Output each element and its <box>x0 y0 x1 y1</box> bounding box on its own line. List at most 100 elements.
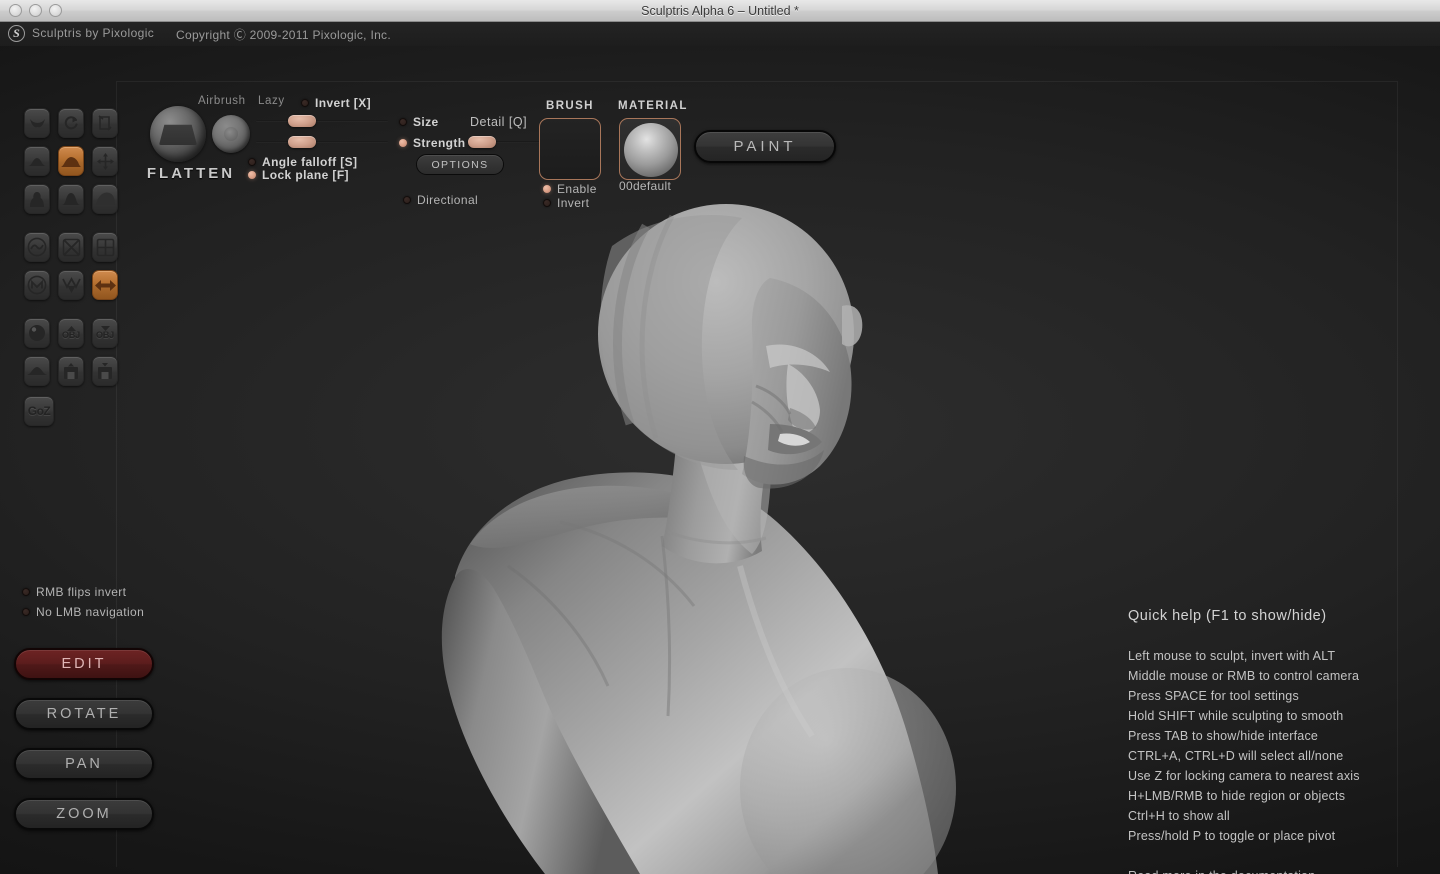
quick-help-line: Ctrl+H to show all <box>1128 809 1230 823</box>
pan-mode-button[interactable]: PAN <box>14 748 154 780</box>
no-lmb-navigation-toggle[interactable]: No LMB navigation <box>22 605 144 619</box>
quick-help-line: Left mouse to sculpt, invert with ALT <box>1128 649 1336 663</box>
goz-row: GoZ <box>24 396 118 426</box>
quick-help-line: Press/hold P to toggle or place pivot <box>1128 829 1336 843</box>
tool-mask[interactable] <box>58 232 84 262</box>
tool-row: OBJ OBJ <box>24 318 118 348</box>
tool-rotate[interactable] <box>58 108 84 138</box>
tool-draw[interactable] <box>24 146 50 176</box>
tool-crease[interactable] <box>24 108 50 138</box>
quick-help-line: Use Z for locking camera to nearest axis <box>1128 769 1360 783</box>
lazy-label[interactable]: Lazy <box>258 95 285 107</box>
enable-radio-icon <box>543 185 551 193</box>
tool-row <box>24 356 118 386</box>
strength-label: Strength <box>413 136 466 150</box>
material-name-label: 00default <box>619 179 672 193</box>
rmb-flips-invert-label: RMB flips invert <box>36 585 127 599</box>
tool-row <box>24 270 118 300</box>
rmb-flips-invert-radio-icon <box>22 588 30 596</box>
detail-label[interactable]: Detail [Q] <box>470 115 527 129</box>
size-label: Size <box>413 115 439 129</box>
quick-help-line: CTRL+A, CTRL+D will select all/none <box>1128 749 1344 763</box>
tool-plane[interactable] <box>24 356 50 386</box>
tool-pinch[interactable] <box>24 184 50 214</box>
tool-save-file[interactable] <box>92 356 118 386</box>
tool-import-obj[interactable]: OBJ <box>58 318 84 348</box>
tool-symmetry[interactable] <box>92 270 118 300</box>
airbrush-label[interactable]: Airbrush <box>198 95 246 107</box>
quick-help-title: Quick help (F1 to show/hide) <box>1128 608 1327 624</box>
brush-invert-toggle[interactable]: Invert <box>543 196 589 210</box>
brush-section-title: BRUSH <box>546 100 594 112</box>
quick-help-panel: Quick help (F1 to show/hide) Left mouse … <box>1128 608 1428 874</box>
no-lmb-navigation-label: No LMB navigation <box>36 605 145 619</box>
brush-falloff-dial[interactable] <box>212 115 250 153</box>
size-slider-knob[interactable] <box>287 115 316 127</box>
directional-toggle[interactable]: Directional <box>403 193 478 207</box>
tool-row <box>24 232 118 262</box>
tool-scale[interactable] <box>92 108 118 138</box>
tool-row <box>24 108 118 138</box>
tool-goz[interactable]: GoZ <box>24 396 54 426</box>
sculptris-logo-icon: S <box>8 25 25 42</box>
falloff-dial-core <box>224 127 238 141</box>
invert-radio-icon <box>301 99 309 107</box>
tool-grab[interactable] <box>92 146 118 176</box>
tool-sphere-new[interactable] <box>24 318 50 348</box>
lock-plane-radio-icon <box>248 171 256 179</box>
brush-settings-panel: FLATTEN Airbrush Lazy Invert [X] Size De… <box>146 92 556 212</box>
strength-slider[interactable] <box>256 136 388 148</box>
window-title: Sculptris Alpha 6 – Untitled * <box>641 4 799 18</box>
tool-subdivide[interactable] <box>58 270 84 300</box>
brush-profile-shape <box>159 124 197 145</box>
options-button[interactable]: OPTIONS <box>416 154 504 175</box>
lock-plane-toggle[interactable]: Lock plane [F] <box>248 168 349 182</box>
strength-slider-knob[interactable] <box>287 136 316 148</box>
quick-help-footer[interactable]: Read more in the documentation <box>1128 869 1428 874</box>
app-name-label: Sculptris by Pixologic <box>32 26 155 40</box>
tool-export-obj[interactable]: OBJ <box>92 318 118 348</box>
rmb-flips-invert-toggle[interactable]: RMB flips invert <box>22 585 126 599</box>
invert-label: Invert [X] <box>315 96 372 110</box>
size-radio-icon <box>399 118 407 126</box>
invert-toggle[interactable]: Invert [X] <box>301 96 371 110</box>
tool-open-file[interactable] <box>58 356 84 386</box>
material-section-title: MATERIAL <box>618 100 688 112</box>
zoom-mode-button[interactable]: ZOOM <box>14 798 154 830</box>
directional-radio-icon <box>403 196 411 204</box>
angle-falloff-radio-icon <box>248 158 256 166</box>
edit-mode-button[interactable]: EDIT <box>14 648 154 680</box>
brush-preview-sphere[interactable] <box>150 106 206 162</box>
angle-falloff-toggle[interactable]: Angle falloff [S] <box>248 155 357 169</box>
tool-mirror-mask[interactable] <box>24 270 50 300</box>
quick-help-line: Hold SHIFT while sculpting to smooth <box>1128 709 1344 723</box>
sculptris-window: Sculptris Alpha 6 – Untitled * S Sculptr… <box>0 0 1440 874</box>
tool-palette[interactable]: OBJ OBJ GoZ <box>24 108 118 426</box>
brush-enable-toggle[interactable]: Enable <box>543 182 597 196</box>
active-brush-name: FLATTEN <box>146 165 236 182</box>
copyright-label: Copyright Ⓒ 2009-2011 Pixologic, Inc. <box>176 28 391 42</box>
rotate-mode-button[interactable]: ROTATE <box>14 698 154 730</box>
sculpt-viewport[interactable]: OBJ OBJ GoZ FLATTEN Airbrush Lazy Invert… <box>0 46 1440 874</box>
size-slider[interactable] <box>256 115 388 127</box>
tool-flatten[interactable] <box>58 146 84 176</box>
tool-row <box>24 146 118 176</box>
brush-invert-label: Invert <box>557 196 590 210</box>
strength-radio-icon <box>399 139 407 147</box>
strength-toggle[interactable]: Strength <box>399 136 466 150</box>
tool-reduce-brush[interactable] <box>24 232 50 262</box>
quick-help-line: Middle mouse or RMB to control camera <box>1128 669 1360 683</box>
tool-wireframe[interactable] <box>92 232 118 262</box>
size-toggle[interactable]: Size <box>399 115 439 129</box>
brush-swatch[interactable] <box>539 118 601 180</box>
tool-smooth[interactable] <box>58 184 84 214</box>
paint-button[interactable]: PAINT <box>694 130 836 163</box>
goz-label: GoZ <box>27 404 51 418</box>
tool-inflate[interactable] <box>92 184 118 214</box>
quick-help-line: Press TAB to show/hide interface <box>1128 729 1319 743</box>
detail-slider-knob[interactable] <box>468 136 496 148</box>
brush-invert-radio-icon <box>543 199 551 207</box>
quick-help-line: Press SPACE for tool settings <box>1128 689 1299 703</box>
lock-plane-label: Lock plane [F] <box>262 168 349 182</box>
material-swatch[interactable] <box>619 118 681 180</box>
